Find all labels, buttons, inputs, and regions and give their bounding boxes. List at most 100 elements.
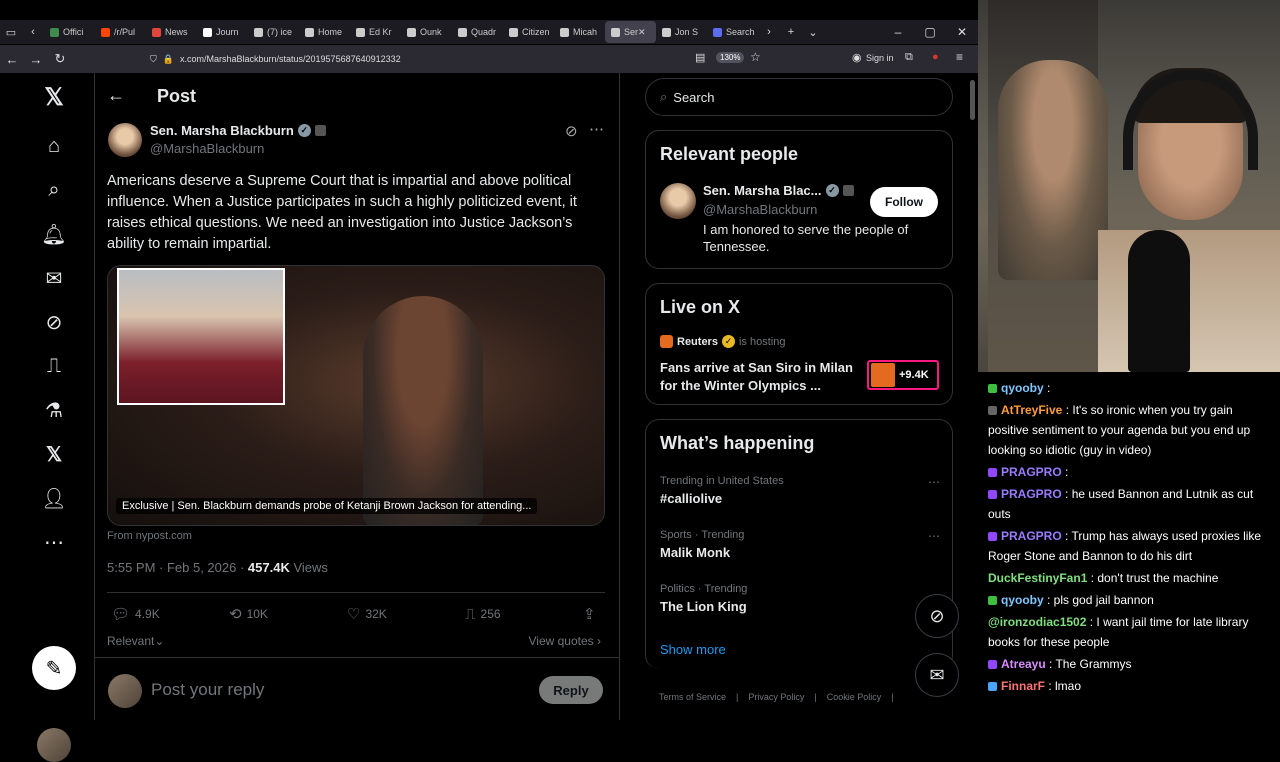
browser-tab[interactable]: Micah [554,21,605,43]
back-arrow-icon[interactable]: ← [107,85,125,106]
live-host-name[interactable]: Reuters [677,336,718,348]
reader-mode-icon[interactable]: ▤ [695,51,705,64]
chat-username[interactable]: PRAGPRO [1001,529,1062,543]
maximize-icon[interactable]: ▢ [914,20,946,44]
footer-link[interactable]: Cookie Policy [827,692,882,702]
chat-username[interactable]: @ironzodiac1502 [988,615,1086,629]
reply-action[interactable]: 💬︎ 4.9K [111,605,160,623]
browser-tab[interactable]: Search [707,21,758,43]
url-bar[interactable]: ⛉ 🔒 x.com/MarshaBlackburn/status/2019575… [150,49,770,69]
url-text[interactable]: x.com/MarshaBlackburn/status/20195756876… [180,54,401,64]
author-name-row[interactable]: Sen. Marsha Blackburn ✓ [150,123,326,138]
scroll-tabs-left-icon[interactable]: ‹ [22,26,44,38]
relevant-person-handle[interactable]: @MarshaBlackburn [703,202,817,217]
new-tab-icon[interactable]: + [780,26,802,38]
trend-item[interactable]: Sports · Trending Malik Monk ⋯ [660,529,940,560]
live-title[interactable]: Fans arrive at San Siro in Milan for the… [660,359,860,395]
card-source[interactable]: From nypost.com [107,530,192,542]
trend-more-icon[interactable]: ⋯ [928,529,940,543]
minimize-icon[interactable]: – [882,20,914,44]
chat-username[interactable]: qyooby [1001,593,1044,607]
jobs-icon[interactable]: ⚗ [40,396,68,424]
sort-replies-dropdown[interactable]: Relevant⌄ [107,634,164,648]
browser-tab[interactable]: Ed Kr [350,21,401,43]
scrollbar[interactable] [970,80,975,120]
author-avatar[interactable] [108,123,142,157]
account-icon[interactable]: ◉ [852,51,862,64]
profile-icon[interactable]: 👤︎ [40,484,68,512]
trend-name[interactable]: Malik Monk [660,545,940,560]
notifications-icon[interactable]: 🔔︎ [40,220,68,248]
sign-in-link[interactable]: Sign in [866,53,894,63]
live-listeners-badge[interactable]: +9.4K [867,360,939,390]
post-more-icon[interactable]: ⋯ [589,120,604,138]
scroll-tabs-right-icon[interactable]: › [758,26,780,38]
extensions-icon[interactable]: ⧉ [905,51,913,64]
grok-fab[interactable]: ⊘ [915,594,959,638]
reply-button[interactable]: Reply [539,676,603,704]
footer-link[interactable]: Privacy Policy [748,692,804,702]
browser-tab[interactable]: News [146,21,197,43]
share-action[interactable]: ⇪ [583,605,596,623]
account-avatar[interactable] [37,728,71,762]
browser-tab[interactable]: Ounk [401,21,452,43]
grok-explain-icon[interactable]: ⊘ [565,122,578,140]
reload-icon[interactable]: ↻ [48,51,72,67]
repost-action[interactable]: ⟲ 10K [229,605,268,623]
browser-tab[interactable]: (7) ice [248,21,299,43]
trend-name[interactable]: The Lion King [660,599,940,614]
footer-link[interactable]: Terms of Service [659,692,726,702]
trend-more-icon[interactable]: ⋯ [928,475,940,489]
browser-tab[interactable]: Citizen [503,21,554,43]
messages-icon[interactable]: ✉ [40,264,68,292]
zoom-level-badge[interactable]: 130% [716,52,745,63]
bookmarks-icon[interactable]: ⎍ [40,352,68,380]
x-logo-icon[interactable]: 𝕏 [40,83,68,111]
reply-input[interactable]: Post your reply [151,680,264,700]
browser-tab[interactable]: Jon S [656,21,707,43]
chat-username[interactable]: FinnarF [1001,679,1045,693]
trend-item[interactable]: Trending in United States #calliolive ⋯ [660,475,940,506]
live-host-row[interactable]: Reuters ✓ is hosting [660,335,785,348]
bookmark-action[interactable]: ⎍ 256 [465,606,501,623]
browser-tab[interactable]: Ser ✕ [605,21,656,43]
tab-list-icon[interactable]: ▭ [0,26,22,39]
view-quotes-link[interactable]: View quotes › [529,634,602,648]
trend-name[interactable]: #calliolive [660,491,940,506]
follow-button[interactable]: Follow [870,187,938,217]
show-more-link[interactable]: Show more [660,642,726,657]
post-time[interactable]: 5:55 PM · Feb 5, 2026 · [107,560,248,575]
author-name[interactable]: Sen. Marsha Blackburn [150,123,294,138]
chat-username[interactable]: PRAGPRO [1001,487,1062,501]
chat-username[interactable]: PRAGPRO [1001,465,1062,479]
search-input[interactable]: ⌕ Search [645,78,953,116]
browser-tab[interactable]: Home [299,21,350,43]
close-tab-icon[interactable]: ✕ [638,27,646,38]
trend-item[interactable]: Politics · Trending The Lion King [660,583,940,614]
premium-icon[interactable]: 𝕏 [40,440,68,468]
extension-icon[interactable]: ● [932,51,939,63]
close-window-icon[interactable]: ✕ [946,20,978,44]
explore-icon[interactable]: ⌕ [40,176,68,204]
browser-tab[interactable]: Offici [44,21,95,43]
browser-tab[interactable]: Quadr [452,21,503,43]
forward-icon[interactable]: → [24,52,48,67]
menu-icon[interactable]: ≡ [956,50,963,64]
grok-icon[interactable]: ⊘ [40,308,68,336]
messages-fab[interactable]: ✉ [915,653,959,697]
author-handle[interactable]: @MarshaBlackburn [150,141,264,156]
chat-username[interactable]: AtTreyFive [1001,403,1062,417]
like-action[interactable]: ♡ 32K [347,605,387,623]
link-card[interactable]: Exclusive | Sen. Blackburn demands probe… [107,265,605,526]
chat-username[interactable]: qyooby [1001,381,1044,395]
relevant-person-name[interactable]: Sen. Marsha Blac... [703,183,822,198]
chat-username[interactable]: DuckFestinyFan1 [988,571,1087,585]
back-icon[interactable]: ← [0,52,24,67]
more-options-icon[interactable]: ⋯ [40,528,68,556]
bookmark-star-icon[interactable]: ☆ [750,50,761,64]
card-caption[interactable]: Exclusive | Sen. Blackburn demands probe… [116,498,538,514]
compose-post-button[interactable]: ✎ [32,646,76,690]
chat-username[interactable]: Atreayu [1001,657,1046,671]
browser-tab[interactable]: /r/Pul [95,21,146,43]
browser-tab[interactable]: Journ [197,21,248,43]
